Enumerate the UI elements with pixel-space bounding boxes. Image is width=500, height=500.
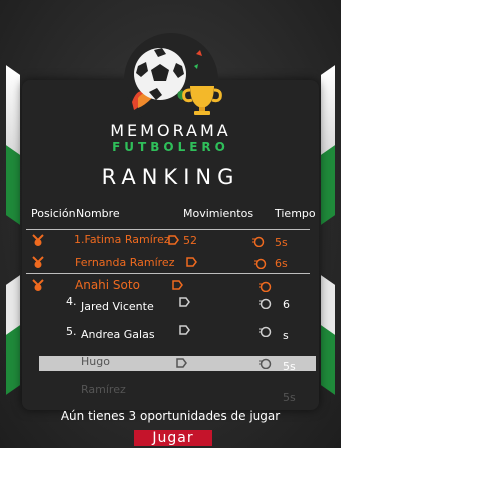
position-value: 5. — [66, 325, 77, 338]
player-name: Ramírez — [81, 383, 126, 396]
logo — [132, 48, 222, 115]
page-title: RANKING — [101, 165, 240, 189]
time-value: 5s — [275, 236, 288, 249]
decor-stripe — [321, 325, 335, 395]
time-value: s — [283, 329, 289, 342]
medal-icon — [32, 256, 44, 268]
timer-icon — [254, 258, 267, 269]
time-value: 5s — [283, 391, 296, 404]
brand-line1: MEMORAMA — [110, 121, 231, 140]
medal-icon — [32, 279, 44, 291]
player-name: Jared Vicente — [81, 300, 154, 313]
play-button[interactable]: Jugar — [134, 430, 212, 446]
app-frame: MEMORAMA FUTBOLERO RANKING Posición Nomb… — [0, 0, 341, 448]
time-value: 5s — [283, 360, 296, 373]
timer-icon — [259, 298, 272, 309]
header-divider — [26, 229, 310, 230]
time-value: 6s — [275, 257, 288, 270]
timer-icon — [259, 326, 272, 337]
timer-icon — [259, 358, 272, 369]
moves-icon — [176, 358, 187, 368]
moves-icon — [179, 325, 190, 335]
decor-stripe — [6, 325, 20, 395]
trophy-icon — [182, 86, 222, 115]
timer-icon — [259, 281, 272, 292]
medal-icon — [32, 234, 44, 246]
moves-icon — [186, 257, 197, 267]
player-name: Fernanda Ramírez — [75, 256, 175, 269]
timer-icon — [252, 236, 265, 247]
player-name: Anahi Soto — [75, 278, 140, 292]
col-header-position: Posición — [31, 207, 76, 220]
player-name: Hugo — [81, 355, 110, 368]
player-name: Andrea Galas — [81, 328, 155, 341]
col-header-name: Nombre — [76, 207, 120, 220]
brand-line2: FUTBOLERO — [112, 140, 229, 154]
player-name: 1.Fatima Ramírez — [74, 233, 170, 246]
attempts-remaining: Aún tienes 3 oportunidades de jugar — [60, 409, 281, 423]
col-header-time: Tiempo — [275, 207, 316, 220]
moves-value: 52 — [183, 234, 197, 247]
position-value: 4. — [66, 295, 77, 308]
time-value: 6 — [283, 298, 290, 311]
soccer-ball-icon — [132, 48, 186, 110]
col-header-moves: Movimientos — [183, 207, 254, 220]
moves-icon — [172, 280, 183, 290]
moves-icon — [168, 235, 179, 245]
row-divider — [26, 273, 310, 274]
moves-icon — [179, 297, 190, 307]
